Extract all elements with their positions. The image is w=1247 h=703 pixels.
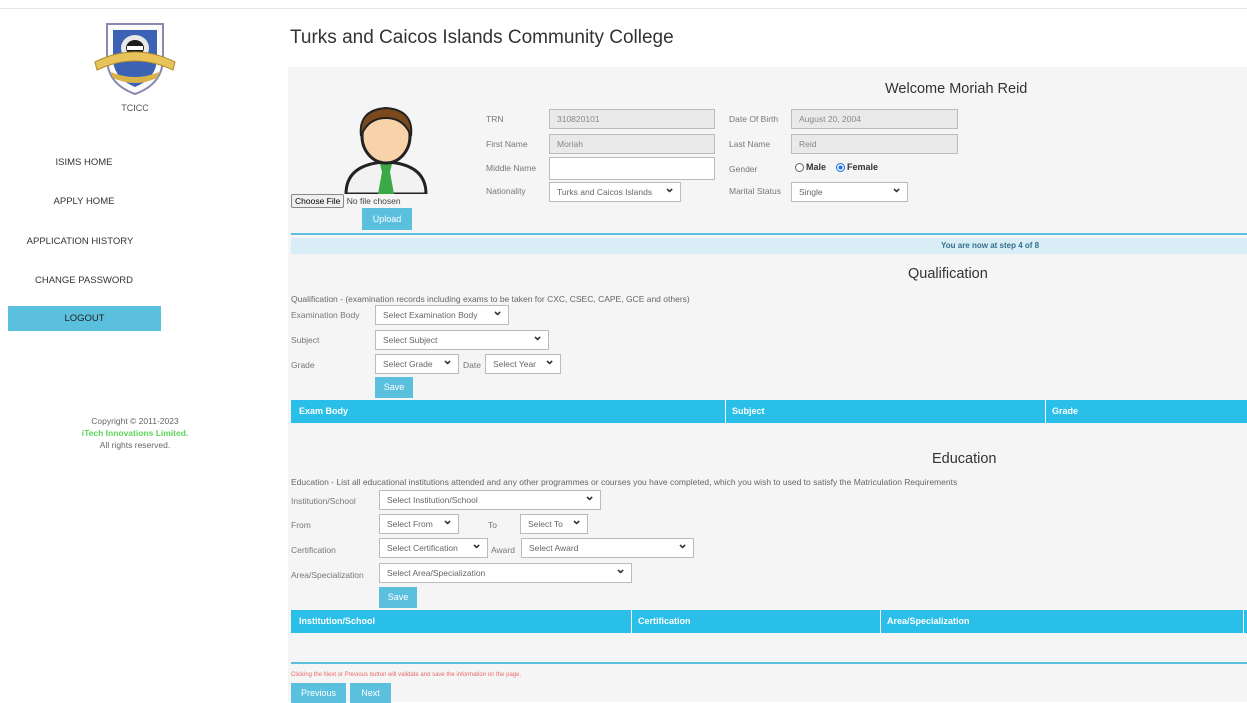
col-certification[interactable]: Certification (638, 610, 691, 633)
nav-isims-home[interactable]: ISIMS HOME (4, 157, 164, 168)
subject-label: Subject (291, 335, 320, 345)
section-divider (291, 233, 1247, 235)
dob-label: Date Of Birth (729, 114, 779, 124)
education-heading: Education (932, 451, 997, 467)
gender-female-radio[interactable]: Female (836, 162, 879, 173)
certification-label: Certification (291, 545, 336, 555)
welcome-heading: Welcome Moriah Reid (885, 81, 1028, 97)
radio-checked-icon (836, 163, 845, 173)
middle-name-label: Middle Name (486, 163, 537, 173)
subject-value: Select Subject (383, 335, 438, 345)
no-file-text: No file chosen (346, 196, 401, 206)
copyright-line: Copyright © 2011-2023 (91, 416, 179, 426)
step-indicator: You are now at step 4 of 8 (291, 238, 1247, 254)
education-description: Education - List all educational institu… (291, 477, 958, 487)
marital-status-value: Single (799, 187, 823, 197)
grade-select[interactable]: Select Grade (375, 354, 459, 374)
company-link[interactable]: iTech Innovations Limited (82, 428, 186, 438)
nationality-select[interactable]: Turks and Caicos Islands (549, 182, 681, 202)
dob-field[interactable]: August 20, 2004 (791, 109, 958, 129)
column-separator (1045, 400, 1046, 423)
column-separator (725, 400, 726, 423)
previous-button[interactable]: Previous (291, 683, 346, 703)
middle-name-field[interactable] (549, 157, 715, 180)
area-label: Area/Specialization (291, 570, 364, 580)
to-value: Select To (528, 519, 563, 529)
column-separator (631, 610, 632, 633)
exam-body-value: Select Examination Body (383, 310, 478, 320)
date-label: Date (463, 360, 481, 370)
exam-body-select[interactable]: Select Examination Body (375, 305, 509, 325)
nav-apply-home[interactable]: APPLY HOME (4, 196, 164, 207)
award-value: Select Award (529, 543, 579, 553)
trn-label: TRN (486, 114, 504, 124)
gender-male-radio[interactable]: Male (795, 162, 827, 173)
from-label: From (291, 520, 311, 530)
institution-value: Select Institution/School (387, 495, 478, 505)
nationality-value: Turks and Caicos Islands (557, 187, 653, 197)
gender-female-label: Female (847, 162, 879, 172)
award-select[interactable]: Select Award (521, 538, 694, 558)
last-name-field[interactable]: Reid (791, 134, 958, 154)
qualification-table-header: Exam Body Subject Grade (291, 400, 1247, 423)
radio-unchecked-icon (795, 163, 804, 173)
year-select[interactable]: Select Year (485, 354, 561, 374)
first-name-field[interactable]: Moriah (549, 134, 715, 154)
institution-select[interactable]: Select Institution/School (379, 490, 601, 510)
grade-label: Grade (291, 360, 315, 370)
area-select[interactable]: Select Area/Specialization (379, 563, 632, 583)
top-divider (0, 8, 1247, 9)
page-title: Turks and Caicos Islands Community Colle… (290, 27, 674, 48)
col-area[interactable]: Area/Specialization (887, 610, 970, 633)
column-separator (1243, 610, 1244, 633)
logout-button[interactable]: LOGOUT (8, 306, 161, 331)
trn-field[interactable]: 310820101 (549, 109, 715, 129)
col-subject[interactable]: Subject (732, 400, 765, 423)
col-grade[interactable]: Grade (1052, 400, 1078, 423)
choose-file-button[interactable]: Choose File (291, 194, 345, 208)
column-separator (880, 610, 881, 633)
step-text: You are now at step 4 of 8 (941, 241, 1040, 250)
qualification-description: Qualification - (examination records inc… (291, 294, 690, 304)
college-crest-logo (93, 18, 177, 96)
upload-button[interactable]: Upload (362, 208, 412, 230)
sidebar: TCICC ISIMS HOME APPLY HOME APPLICATION … (0, 0, 188, 702)
file-chooser[interactable]: Choose File No file chosen (291, 194, 401, 208)
institution-label: Institution/School (291, 496, 356, 506)
nav-change-password[interactable]: CHANGE PASSWORD (4, 275, 164, 286)
next-button[interactable]: Next (350, 683, 391, 703)
grade-value: Select Grade (383, 359, 433, 369)
marital-status-label: Marital Status (729, 186, 781, 196)
rights-text: All rights reserved. (99, 440, 171, 450)
footer-divider (291, 662, 1247, 664)
col-institution[interactable]: Institution/School (299, 610, 375, 633)
certification-value: Select Certification (387, 543, 458, 553)
copyright: Copyright © 2011-2023 iTech Innovations … (45, 415, 225, 451)
marital-status-select[interactable]: Single (791, 182, 908, 202)
gender-label: Gender (729, 164, 758, 174)
col-exam-body[interactable]: Exam Body (299, 400, 348, 423)
subject-select[interactable]: Select Subject (375, 330, 549, 350)
area-value: Select Area/Specialization (387, 568, 486, 578)
qualification-heading: Qualification (908, 266, 988, 282)
gender-male-label: Male (806, 162, 827, 172)
org-short-name: TCICC (121, 103, 149, 113)
validation-note: Clicking the Next or Previous button wil… (291, 672, 522, 678)
education-table-header: Institution/School Certification Area/Sp… (291, 610, 1247, 633)
nav-application-history[interactable]: APPLICATION HISTORY (0, 236, 160, 247)
to-select[interactable]: Select To (520, 514, 588, 534)
exam-body-label: Examination Body (291, 310, 360, 320)
year-value: Select Year (493, 359, 537, 369)
last-name-label: Last Name (729, 139, 771, 149)
from-select[interactable]: Select From (379, 514, 459, 534)
from-value: Select From (387, 519, 433, 529)
nationality-label: Nationality (486, 186, 526, 196)
education-save-button[interactable]: Save (379, 587, 417, 608)
to-label: To (488, 520, 497, 530)
qualification-save-button[interactable]: Save (375, 377, 413, 398)
certification-select[interactable]: Select Certification (379, 538, 488, 558)
avatar-icon (340, 102, 432, 196)
first-name-label: First Name (486, 139, 528, 149)
award-label: Award (491, 545, 515, 555)
